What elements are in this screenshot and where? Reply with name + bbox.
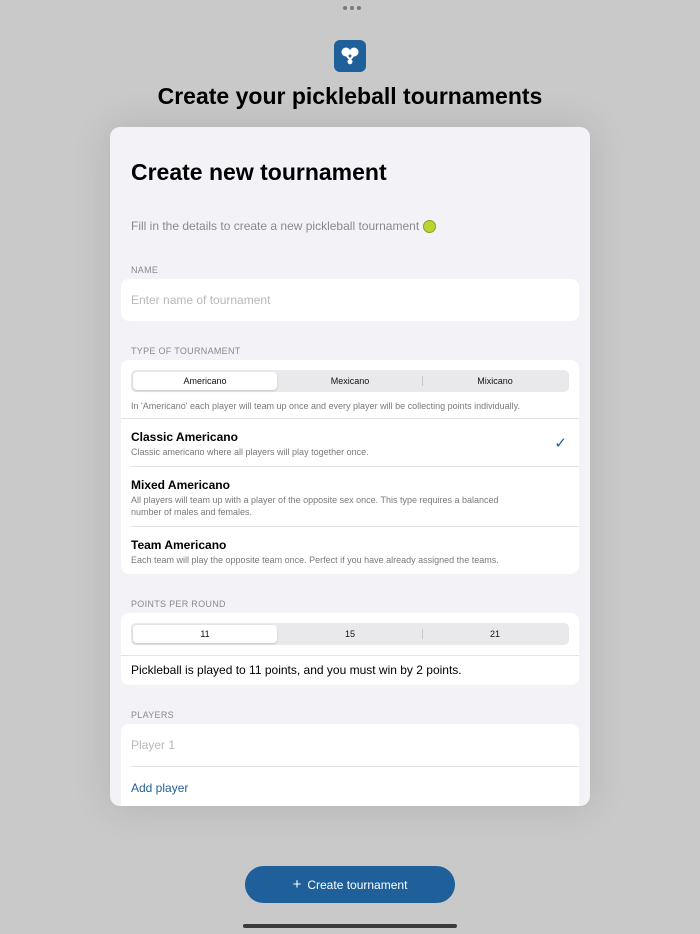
segment-americano[interactable]: Americano: [133, 372, 277, 390]
subtitle-text: Fill in the details to create a new pick…: [131, 219, 420, 233]
option-team-americano[interactable]: Team Americano Each team will play the o…: [131, 538, 551, 566]
sheet-subtitle: Fill in the details to create a new pick…: [131, 219, 437, 233]
type-hint: In 'Americano' each player will team up …: [131, 401, 520, 411]
option-description: Each team will play the opposite team on…: [131, 555, 499, 565]
dot: [357, 6, 361, 10]
home-indicator[interactable]: [243, 924, 457, 928]
segment-mexicano[interactable]: Mexicano: [278, 372, 422, 390]
players-section-label: PLAYERS: [131, 710, 174, 720]
create-tournament-sheet: Create new tournament Fill in the detail…: [110, 127, 590, 806]
option-title: Mixed Americano: [131, 478, 230, 492]
tournament-type-segmented-control: Americano Mexicano Mixicano: [131, 370, 569, 392]
option-mixed-americano[interactable]: Mixed Americano All players will team up…: [131, 478, 551, 518]
option-classic-americano[interactable]: Classic Americano Classic americano wher…: [131, 430, 551, 458]
checkmark-icon: ✓: [554, 435, 567, 452]
points-card: 11 15 21 Pickleball is played to 11 poin…: [121, 613, 579, 685]
plus-icon: +: [292, 876, 302, 893]
points-segmented-control: 11 15 21: [131, 623, 569, 645]
option-title: Team Americano: [131, 538, 227, 552]
create-tournament-button[interactable]: + Create tournament: [245, 866, 455, 903]
type-card: Americano Mexicano Mixicano In 'American…: [121, 360, 579, 574]
type-section-label: TYPE OF TOURNAMENT: [131, 346, 241, 356]
players-card: Add player: [121, 724, 579, 806]
points-section-label: POINTS PER ROUND: [131, 599, 226, 609]
tournament-name-input[interactable]: [131, 279, 561, 321]
player-1-input[interactable]: [131, 724, 561, 766]
option-description: Classic americano where all players will…: [131, 447, 369, 457]
sheet-title: Create new tournament: [131, 159, 387, 185]
divider: [131, 526, 579, 527]
segment-11[interactable]: 11: [133, 625, 277, 643]
segment-15[interactable]: 15: [278, 625, 422, 643]
pickleball-paddles-icon: [334, 40, 366, 72]
divider: [131, 766, 579, 767]
background-title: Create your pickleball tournaments: [157, 83, 543, 109]
option-description: All players will team up with a player o…: [131, 495, 499, 517]
divider: [121, 418, 579, 419]
dot: [350, 6, 354, 10]
add-player-button[interactable]: Add player: [131, 781, 188, 795]
segment-mixicano[interactable]: Mixicano: [423, 372, 567, 390]
points-info: Pickleball is played to 11 points, and y…: [131, 663, 462, 677]
name-card: [121, 279, 579, 321]
segment-21[interactable]: 21: [423, 625, 567, 643]
dot: [343, 6, 347, 10]
divider: [121, 655, 579, 656]
name-section-label: NAME: [131, 265, 159, 275]
option-title: Classic Americano: [131, 430, 238, 444]
create-tournament-label: Create tournament: [307, 877, 408, 892]
divider: [131, 466, 579, 467]
pickleball-icon: [423, 219, 437, 233]
multitasking-dots[interactable]: [343, 6, 361, 10]
